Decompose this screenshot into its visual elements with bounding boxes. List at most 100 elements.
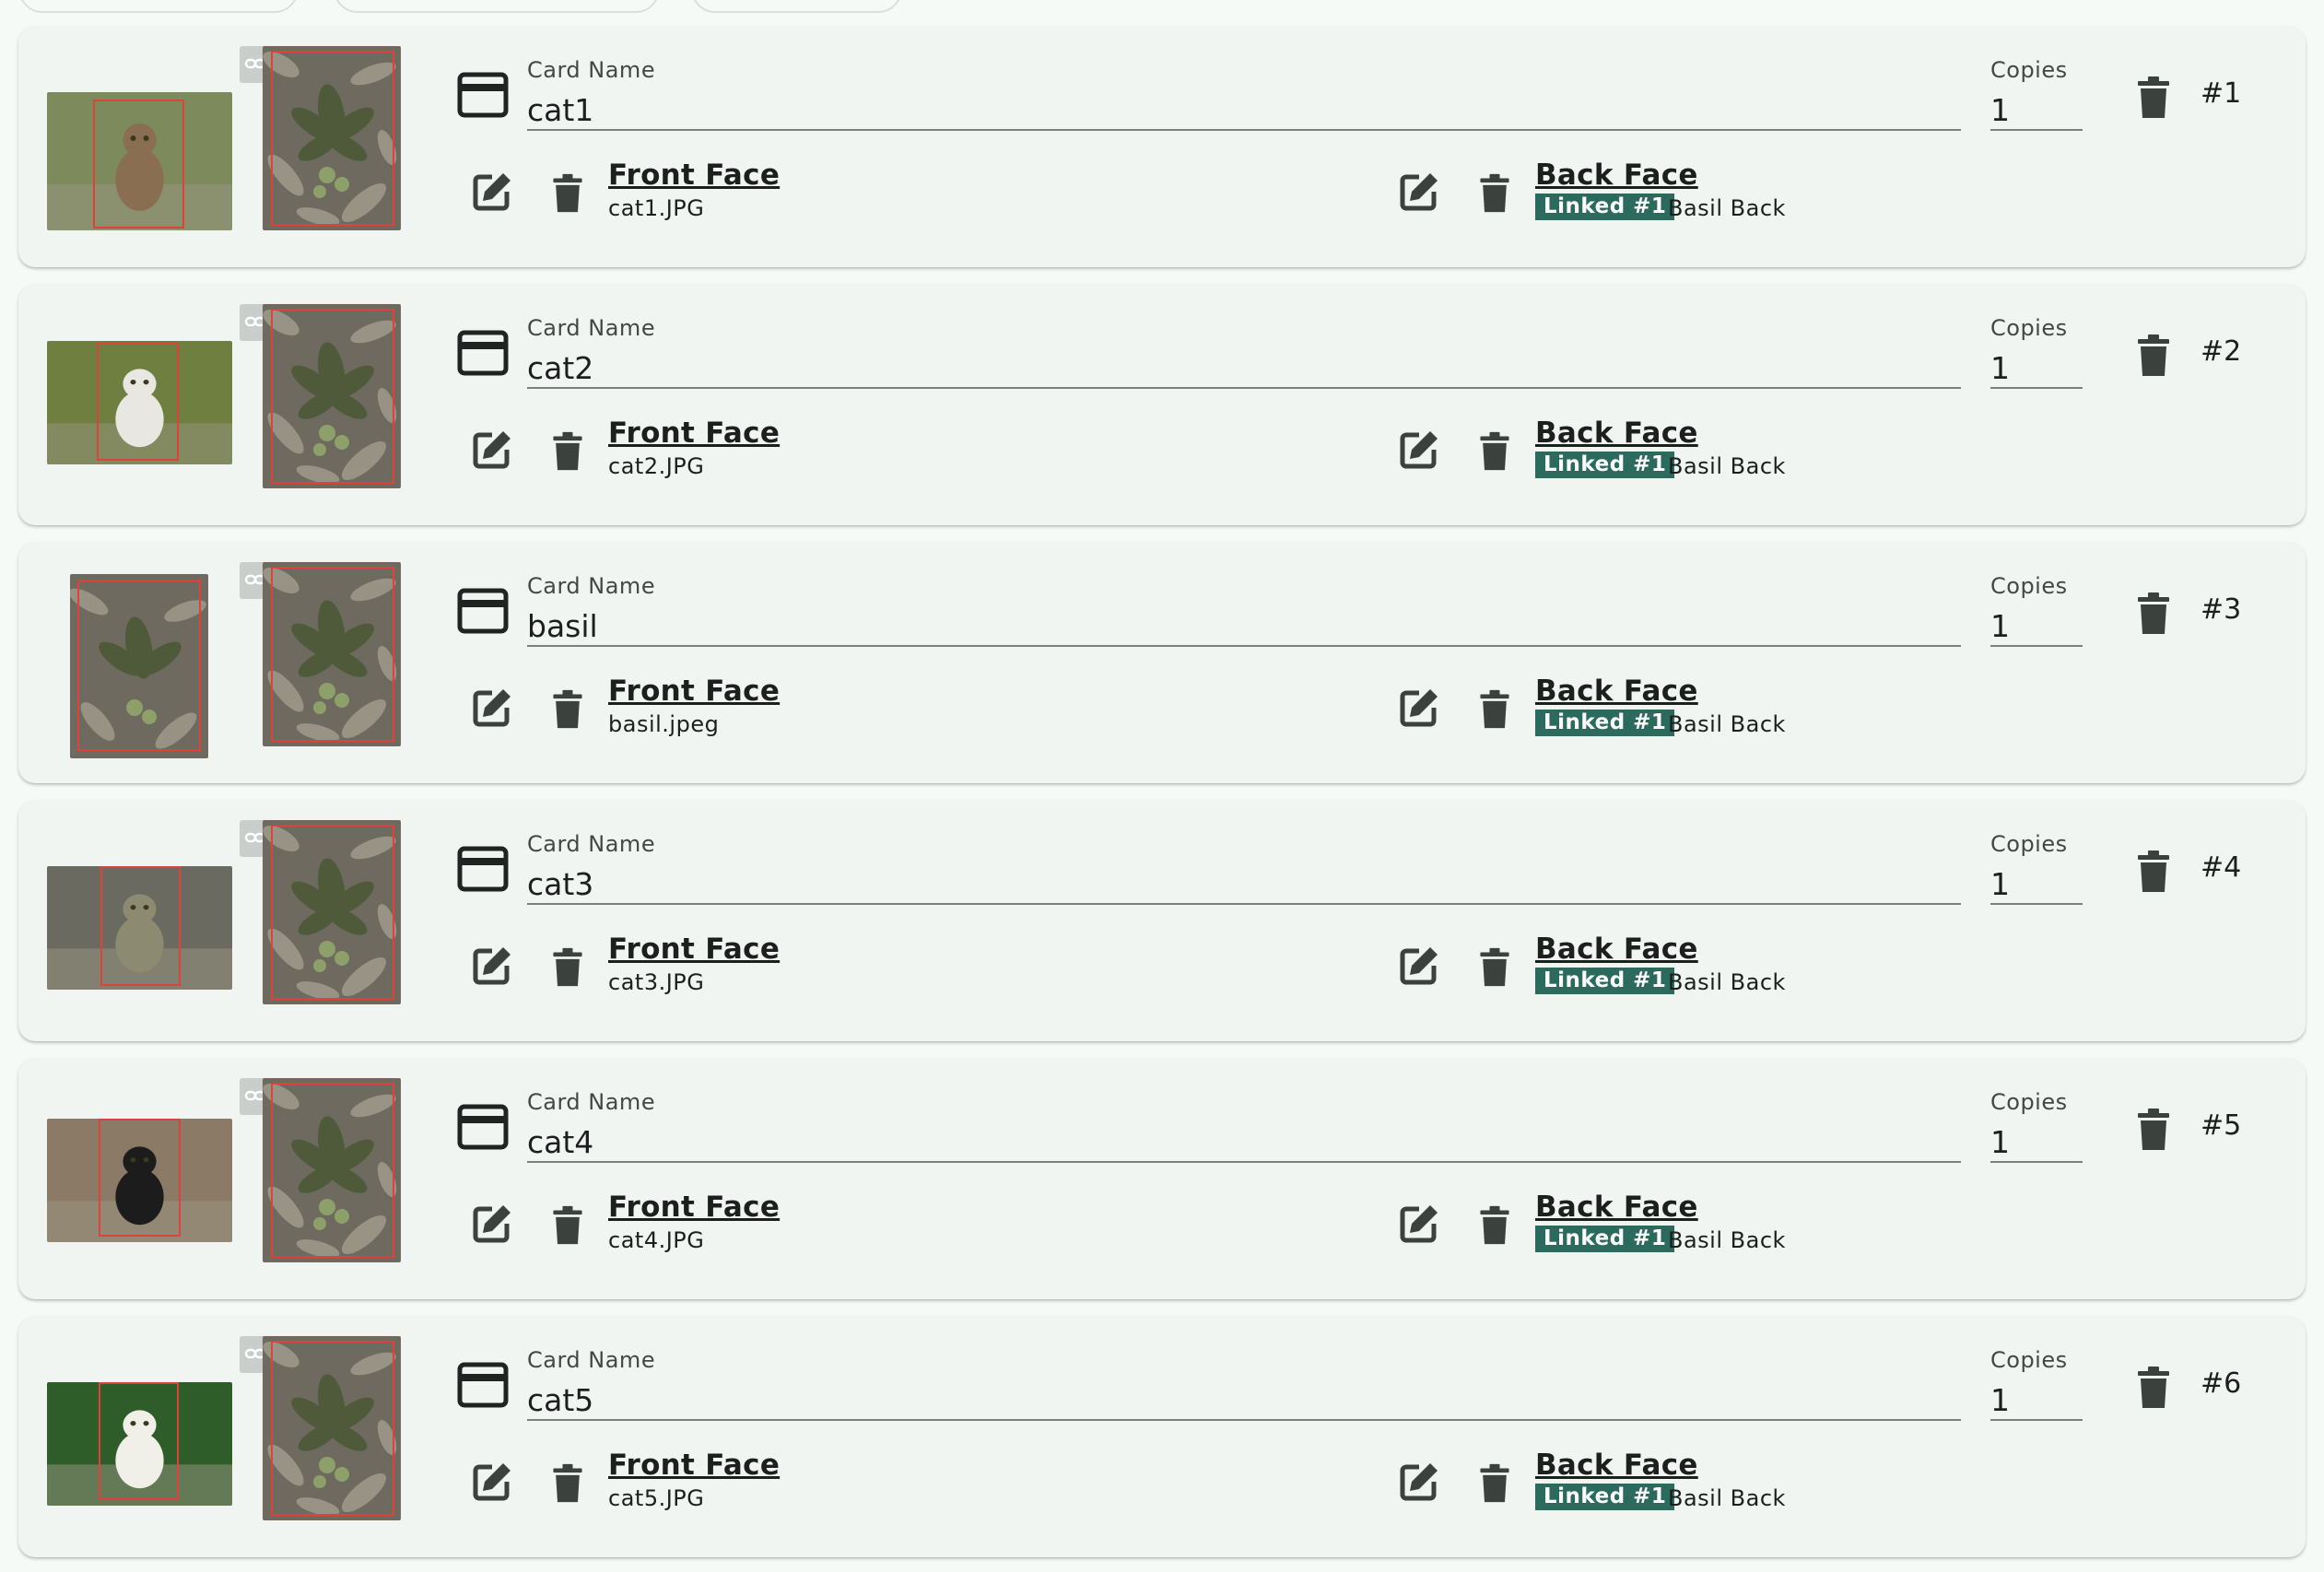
copies-input[interactable]: [1990, 90, 2083, 131]
front-face-filename: basil.jpeg: [608, 711, 720, 737]
delete-front-face-button[interactable]: [549, 947, 586, 988]
delete-card-button[interactable]: [2134, 850, 2173, 894]
front-face-link[interactable]: Front Face: [608, 675, 780, 708]
front-face-link[interactable]: Front Face: [608, 158, 780, 192]
edit-icon: [1400, 947, 1438, 985]
edit-icon: [1400, 1205, 1438, 1243]
back-face-link[interactable]: Back Face: [1535, 1191, 1698, 1224]
card-name-input[interactable]: [527, 1380, 1961, 1421]
edit-back-face-button[interactable]: [1397, 1202, 1441, 1246]
delete-front-face-button[interactable]: [549, 1463, 586, 1504]
delete-back-face-button[interactable]: [1476, 947, 1513, 988]
card-icon: [457, 846, 509, 892]
card-name-input[interactable]: [527, 90, 1961, 131]
front-face-thumbnail[interactable]: [47, 1119, 232, 1242]
front-face-link[interactable]: Front Face: [608, 416, 780, 450]
front-face-link[interactable]: Front Face: [608, 933, 780, 966]
edit-icon: [473, 173, 511, 211]
delete-front-face-button[interactable]: [549, 173, 586, 214]
copies-input[interactable]: [1990, 1380, 2083, 1421]
back-face-link[interactable]: Back Face: [1535, 416, 1698, 450]
back-face-link[interactable]: Back Face: [1535, 675, 1698, 708]
front-crop-box: [93, 100, 184, 229]
front-face-filename: cat5.JPG: [608, 1485, 705, 1511]
trash-icon: [1480, 689, 1509, 729]
back-face-thumbnail[interactable]: [263, 562, 401, 746]
edit-front-face-button[interactable]: [470, 686, 514, 730]
back-face-link[interactable]: Back Face: [1535, 158, 1698, 192]
delete-front-face-button[interactable]: [549, 1205, 586, 1246]
delete-back-face-button[interactable]: [1476, 1205, 1513, 1246]
trash-icon: [1480, 173, 1509, 213]
front-face-thumbnail[interactable]: [47, 1382, 232, 1506]
back-face-link[interactable]: Back Face: [1535, 1449, 1698, 1482]
trash-icon: [553, 947, 582, 987]
card-name-input[interactable]: [527, 1122, 1961, 1163]
delete-front-face-button[interactable]: [549, 431, 586, 472]
copies-label: Copies: [1990, 573, 2068, 599]
delete-back-face-button[interactable]: [1476, 431, 1513, 472]
delete-card-button[interactable]: [2134, 1108, 2173, 1152]
back-face-name: Basil Back: [1668, 1485, 1786, 1511]
card-index: #1: [2201, 77, 2242, 110]
back-face-thumbnail[interactable]: [263, 1336, 401, 1520]
edit-front-face-button[interactable]: [470, 1460, 514, 1504]
edit-back-face-button[interactable]: [1397, 428, 1441, 472]
delete-back-face-button[interactable]: [1476, 689, 1513, 730]
trash-icon: [553, 173, 582, 213]
toolbar-chip-3[interactable]: [691, 0, 902, 13]
edit-icon: [473, 1205, 511, 1243]
back-face-thumbnail[interactable]: [263, 820, 401, 1004]
delete-front-face-button[interactable]: [549, 689, 586, 730]
front-face-thumbnail[interactable]: [47, 341, 232, 464]
back-face-thumbnail[interactable]: [263, 1078, 401, 1262]
back-face-link[interactable]: Back Face: [1535, 933, 1698, 966]
copies-input[interactable]: [1990, 606, 2083, 647]
copies-input[interactable]: [1990, 348, 2083, 389]
back-face-name: Basil Back: [1668, 711, 1786, 737]
back-face-thumbnail[interactable]: [263, 46, 401, 230]
card-row: Card Name Copies #6 Front Face: [18, 1316, 2306, 1557]
delete-card-button[interactable]: [2134, 1366, 2173, 1410]
edit-back-face-button[interactable]: [1397, 170, 1441, 214]
edit-icon: [473, 1463, 511, 1501]
delete-card-button[interactable]: [2134, 334, 2173, 378]
copies-label: Copies: [1990, 57, 2068, 83]
front-crop-box: [77, 580, 201, 751]
front-face-filename: cat4.JPG: [608, 1227, 705, 1253]
edit-front-face-button[interactable]: [470, 1202, 514, 1246]
linked-badge: Linked #1: [1535, 1484, 1675, 1510]
delete-card-button[interactable]: [2134, 76, 2173, 120]
copies-input[interactable]: [1990, 864, 2083, 905]
edit-front-face-button[interactable]: [470, 944, 514, 988]
front-face-link[interactable]: Front Face: [608, 1449, 780, 1482]
back-face-name: Basil Back: [1668, 453, 1786, 479]
front-face-thumbnail[interactable]: [47, 866, 232, 990]
edit-icon: [473, 431, 511, 469]
edit-back-face-button[interactable]: [1397, 686, 1441, 730]
trash-icon: [553, 689, 582, 729]
card-name-input[interactable]: [527, 606, 1961, 647]
toolbar-chip-2[interactable]: [334, 0, 660, 13]
front-face-thumbnail[interactable]: [47, 92, 232, 230]
edit-front-face-button[interactable]: [470, 428, 514, 472]
copies-input[interactable]: [1990, 1122, 2083, 1163]
copies-label: Copies: [1990, 1347, 2068, 1373]
delete-back-face-button[interactable]: [1476, 173, 1513, 214]
front-face-thumbnail[interactable]: [70, 574, 208, 758]
trash-icon: [2138, 592, 2169, 634]
delete-back-face-button[interactable]: [1476, 1463, 1513, 1504]
edit-back-face-button[interactable]: [1397, 1460, 1441, 1504]
edit-back-face-button[interactable]: [1397, 944, 1441, 988]
front-face-link[interactable]: Front Face: [608, 1191, 780, 1224]
toolbar-chip-1[interactable]: [18, 0, 299, 13]
trash-icon: [2138, 1367, 2169, 1408]
card-name-input[interactable]: [527, 348, 1961, 389]
delete-card-button[interactable]: [2134, 592, 2173, 636]
front-face-filename: cat2.JPG: [608, 453, 705, 479]
card-name-input[interactable]: [527, 864, 1961, 905]
edit-front-face-button[interactable]: [470, 170, 514, 214]
front-crop-box: [99, 1382, 179, 1500]
trash-icon: [2138, 334, 2169, 376]
back-face-thumbnail[interactable]: [263, 304, 401, 488]
